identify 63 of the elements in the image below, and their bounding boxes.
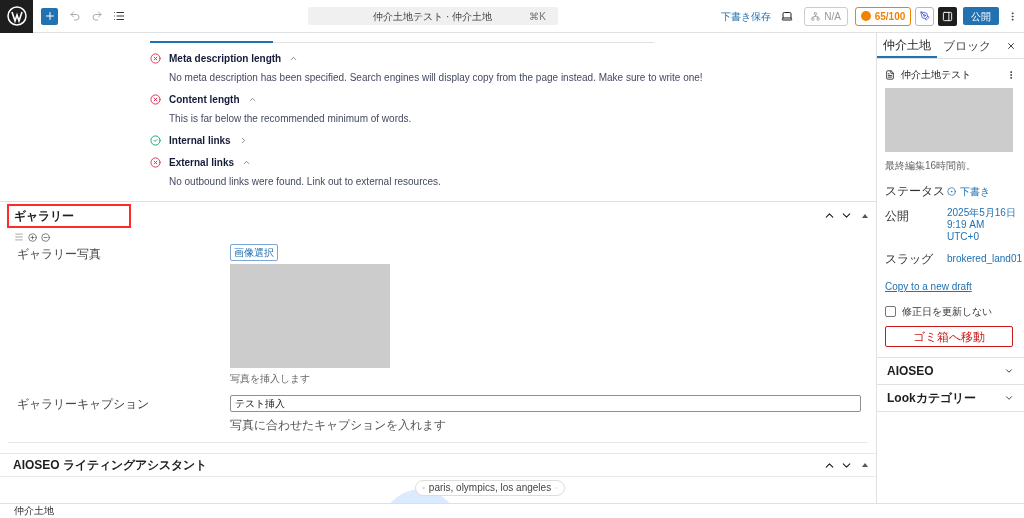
row-label: スラッグ <box>885 251 934 268</box>
success-icon <box>150 135 161 146</box>
check-title[interactable]: Meta description length <box>169 51 282 66</box>
pen-icon <box>919 11 930 21</box>
sidebar-tab[interactable]: 仲介土地 <box>877 33 937 58</box>
add-row-icon[interactable] <box>28 232 37 242</box>
check-title[interactable]: Internal links <box>169 133 231 148</box>
error-icon <box>150 157 161 168</box>
chevron-down-icon <box>1004 366 1014 376</box>
command-bar[interactable]: 仲介土地テスト · 仲介土地 ⌘K <box>308 7 558 25</box>
panel-title: AIOSEO ライティングアシスタント <box>13 457 207 474</box>
row-value-link[interactable]: 2025年5月16日 9:19 AM UTC+0 <box>947 207 1016 243</box>
settings-sidebar-toggle[interactable] <box>938 6 957 26</box>
plus-icon <box>43 10 56 22</box>
wordpress-logo-icon[interactable] <box>0 0 33 33</box>
add-block-button[interactable] <box>41 7 58 25</box>
check-description: No outbound links were found. Link out to external resources. <box>168 175 442 189</box>
field-hint: 写真を挿入します <box>230 372 311 386</box>
breadcrumb-item[interactable]: 仲介土地 <box>14 506 54 516</box>
error-icon <box>150 94 161 105</box>
check-title[interactable]: External links <box>169 155 235 170</box>
checkbox-label: 修正日を更新しない <box>902 305 992 319</box>
move-to-trash-button[interactable]: ゴミ箱へ移動 <box>885 326 1013 347</box>
save-draft-link[interactable]: 下書き保存 <box>721 8 771 24</box>
list-view-icon[interactable] <box>113 10 125 22</box>
field-label: ギャラリー写真 <box>16 246 102 263</box>
sidebar-tab[interactable]: ブロック <box>937 33 997 58</box>
ai-pen-button[interactable] <box>915 6 934 26</box>
drag-handle-icon[interactable] <box>14 232 24 242</box>
row-label: 公開 <box>885 208 910 225</box>
remove-row-icon[interactable] <box>41 232 50 242</box>
field-label: ギャラリーキャプション <box>16 396 150 413</box>
last-edited-text: 最終編集16時間前。 <box>885 159 978 173</box>
sidebar-icon <box>942 10 953 22</box>
error-icon <box>150 53 161 64</box>
gallery-title: ギャラリー <box>7 203 131 228</box>
preview-device-icon[interactable] <box>781 10 793 22</box>
post-title: 仲介土地テスト <box>901 68 972 82</box>
document-icon <box>885 69 895 80</box>
sidebar-panel-header[interactable]: AIOSEO <box>877 358 1024 385</box>
row-label: ステータス <box>885 183 946 200</box>
check-description: No meta description has been specified. Search engines will display copy from the page instead. Make sure to write one! <box>168 71 704 85</box>
toggle-panel-icon[interactable] <box>862 463 868 467</box>
status-icon <box>947 186 956 196</box>
caret-icon[interactable] <box>242 158 252 167</box>
check-description: This is far below the recommended minimum of words. <box>168 112 413 126</box>
row-value-link[interactable]: brokered_land01 <box>947 250 1023 268</box>
checkbox[interactable] <box>885 306 896 317</box>
caption-input[interactable]: テスト挿入 <box>230 395 861 412</box>
status-link[interactable]: 下書き <box>947 182 990 200</box>
toggle-panel-icon[interactable] <box>862 213 868 218</box>
close-icon[interactable] <box>1006 40 1016 51</box>
keyword-search-field[interactable]: paris, olympics, los angeles <box>415 480 565 496</box>
sidebar-panel-header[interactable]: Lookカテゴリー <box>877 385 1024 412</box>
check-title[interactable]: Content length <box>169 92 240 107</box>
caret-icon[interactable] <box>247 95 257 104</box>
network-icon <box>811 11 821 21</box>
publish-button[interactable]: 公開 <box>963 7 999 25</box>
chevron-down-icon <box>1004 393 1014 403</box>
field-hint: 写真に合わせたキャプションを入れます <box>230 417 447 434</box>
copy-to-draft-link[interactable]: Copy to a new draft <box>885 279 1016 294</box>
select-image-button[interactable]: 画像選択 <box>230 244 278 261</box>
caret-icon[interactable] <box>289 54 299 63</box>
